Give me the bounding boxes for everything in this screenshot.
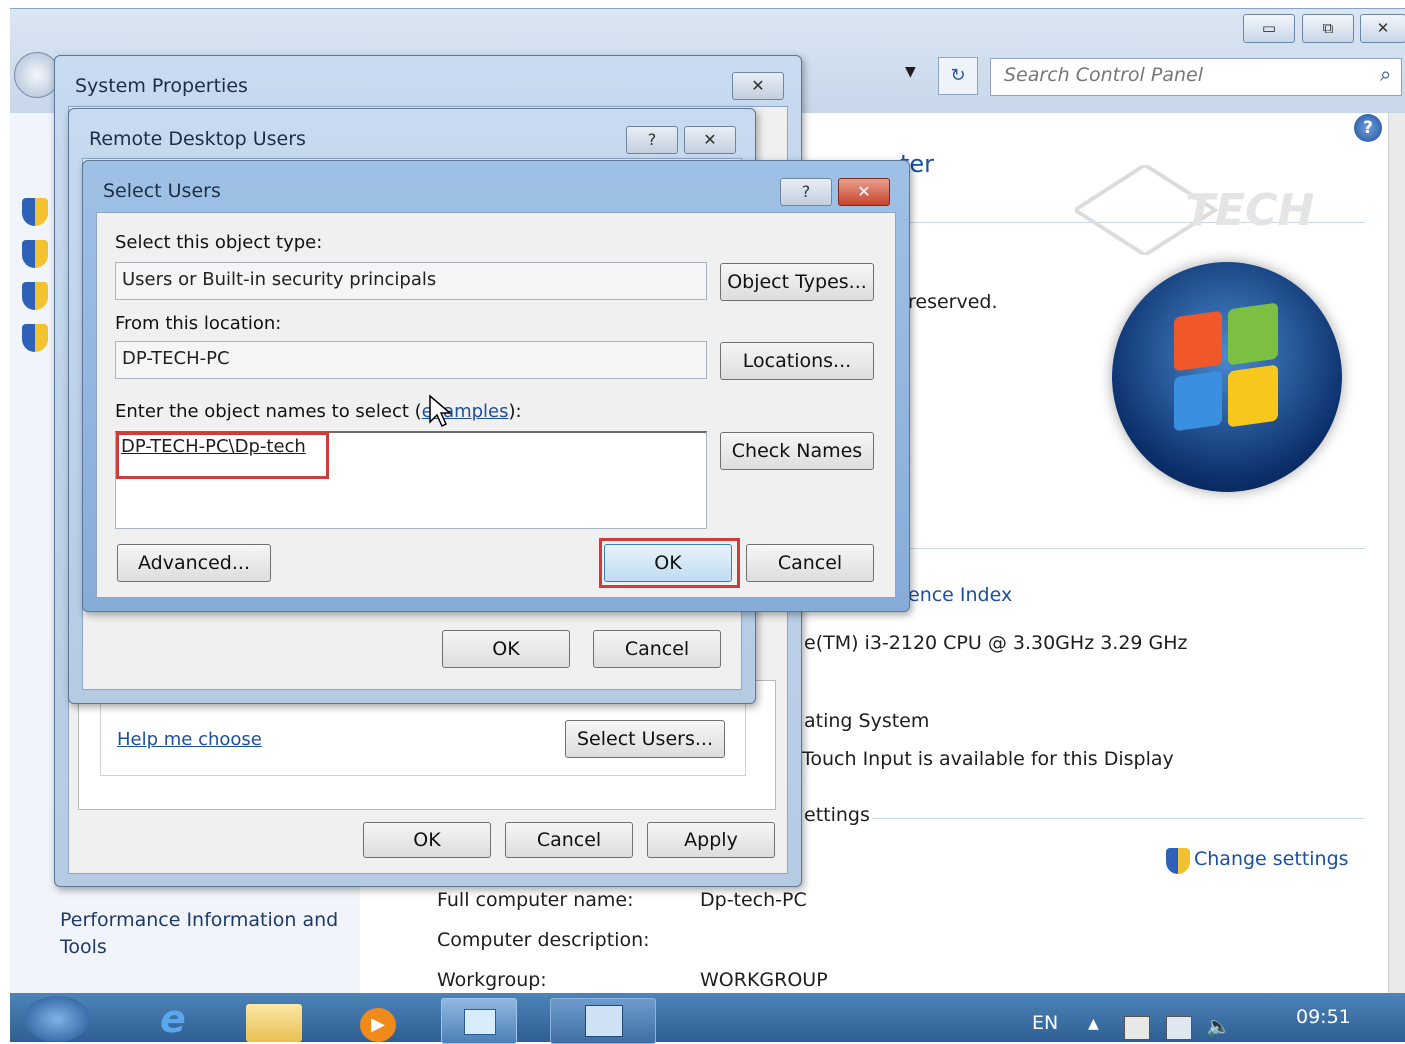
os-type-value: ating System <box>804 710 930 732</box>
apply-button[interactable]: Apply <box>647 822 775 858</box>
scrollbar[interactable] <box>1388 113 1405 993</box>
start-button[interactable] <box>24 996 90 1042</box>
names-label-text: Enter the object names to select ( <box>115 401 422 422</box>
search-icon[interactable]: ⌕ <box>1380 62 1391 86</box>
check-names-button[interactable]: Check Names <box>720 432 874 470</box>
help-icon[interactable]: ? <box>780 178 832 206</box>
divider <box>872 818 1365 819</box>
full-name-label: Full computer name: <box>437 889 634 911</box>
ok-button[interactable]: OK <box>442 630 570 668</box>
computer-icon <box>585 1005 623 1037</box>
svg-text:TECH: TECH <box>1185 185 1314 236</box>
close-window-button[interactable]: ✕ <box>1360 14 1405 43</box>
shield-icon <box>22 240 48 268</box>
taskbar-control-panel[interactable] <box>441 998 517 1044</box>
shield-icon <box>1166 848 1190 874</box>
dialog-title: Select Users <box>103 180 221 202</box>
search-placeholder: Search Control Panel <box>1004 64 1203 86</box>
sidebar-link-performance[interactable]: Performance Information and Tools <box>60 907 350 961</box>
show-hidden-icons-icon[interactable]: ▲ <box>1088 1016 1099 1032</box>
restore-button[interactable]: ⧉ <box>1302 14 1354 43</box>
description-label: Computer description: <box>437 929 650 951</box>
workgroup-value: WORKGROUP <box>700 969 828 991</box>
action-center-icon[interactable] <box>1124 1016 1150 1040</box>
close-icon[interactable]: ✕ <box>838 178 890 206</box>
control-panel-icon <box>464 1009 496 1035</box>
workgroup-label: Workgroup: <box>437 969 547 991</box>
ok-button[interactable]: OK <box>604 544 732 582</box>
location-label: From this location: <box>115 313 282 334</box>
object-types-button[interactable]: Object Types... <box>720 263 874 301</box>
media-player-icon[interactable]: ▶ <box>360 1008 396 1042</box>
refresh-icon[interactable]: ↻ <box>938 57 978 95</box>
windows-logo <box>1112 262 1342 492</box>
internet-explorer-icon[interactable]: e <box>160 999 202 1039</box>
shield-icon <box>22 324 48 352</box>
object-type-field: Users or Built-in security principals <box>115 262 707 300</box>
names-label: Enter the object names to select (exampl… <box>115 401 522 422</box>
dialog-title: System Properties <box>75 75 248 97</box>
dialog-title: Remote Desktop Users <box>89 128 306 150</box>
help-icon[interactable]: ? <box>626 126 678 154</box>
ok-button[interactable]: OK <box>363 822 491 858</box>
help-icon[interactable]: ? <box>1354 114 1382 142</box>
object-type-label: Select this object type: <box>115 232 323 253</box>
change-settings-link[interactable]: Change settings <box>1194 848 1349 870</box>
select-users-button[interactable]: Select Users... <box>565 720 725 758</box>
location-field: DP-TECH-PC <box>115 341 707 379</box>
section-heading: ettings <box>804 804 870 826</box>
full-name-value: Dp-tech-PC <box>700 889 807 911</box>
close-icon[interactable]: ✕ <box>732 72 784 100</box>
clock[interactable]: 09:51 <box>1296 1006 1351 1028</box>
taskbar-system-properties[interactable] <box>550 998 656 1044</box>
close-icon[interactable]: ✕ <box>684 126 736 154</box>
names-label-end: ): <box>508 401 522 422</box>
processor-value: e(TM) i3-2120 CPU @ 3.30GHz 3.29 GHz <box>804 632 1188 654</box>
cancel-button[interactable]: Cancel <box>505 822 633 858</box>
locations-button[interactable]: Locations... <box>720 342 874 380</box>
pen-touch-value: Touch Input is available for this Displa… <box>802 748 1174 770</box>
partial-index-link[interactable]: ence Index <box>908 584 1012 606</box>
minimize-button[interactable]: ▭ <box>1243 14 1295 43</box>
advanced-button[interactable]: Advanced... <box>117 544 271 582</box>
partial-copyright: reserved. <box>908 291 998 313</box>
volume-icon[interactable]: 🔈 <box>1206 1014 1231 1038</box>
language-indicator[interactable]: EN <box>1032 1012 1058 1034</box>
mouse-cursor-icon <box>428 394 453 433</box>
shield-icon <box>22 282 48 310</box>
shield-icon <box>22 198 48 226</box>
cancel-button[interactable]: Cancel <box>593 630 721 668</box>
folder-icon[interactable] <box>246 1004 302 1042</box>
help-me-choose-link[interactable]: Help me choose <box>117 729 262 750</box>
oem-logo: TECH <box>1071 162 1345 258</box>
network-icon[interactable] <box>1166 1016 1192 1040</box>
taskbar <box>10 993 1405 1042</box>
cancel-button[interactable]: Cancel <box>746 544 874 582</box>
dropdown-arrow-icon[interactable]: ▼ <box>905 64 916 80</box>
highlight-box <box>116 432 329 479</box>
